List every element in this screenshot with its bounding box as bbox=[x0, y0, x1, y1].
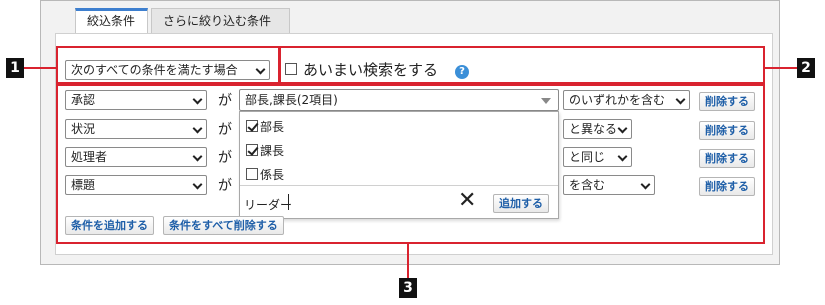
callout-leader-2 bbox=[765, 67, 797, 69]
tab-filter-conditions[interactable]: 絞込条件 bbox=[75, 8, 148, 33]
callout-badge-1: 1 bbox=[6, 58, 24, 78]
callout-badge-3: 3 bbox=[399, 278, 417, 298]
callout-badge-2: 2 bbox=[797, 58, 815, 78]
callout-box-1 bbox=[56, 46, 280, 84]
callout-leader-3 bbox=[407, 244, 409, 279]
tab-additional-conditions[interactable]: さらに絞り込む条件 bbox=[151, 8, 290, 33]
callout-leader-1 bbox=[24, 67, 57, 69]
callout-box-3 bbox=[56, 84, 765, 244]
callout-box-2 bbox=[279, 46, 765, 84]
